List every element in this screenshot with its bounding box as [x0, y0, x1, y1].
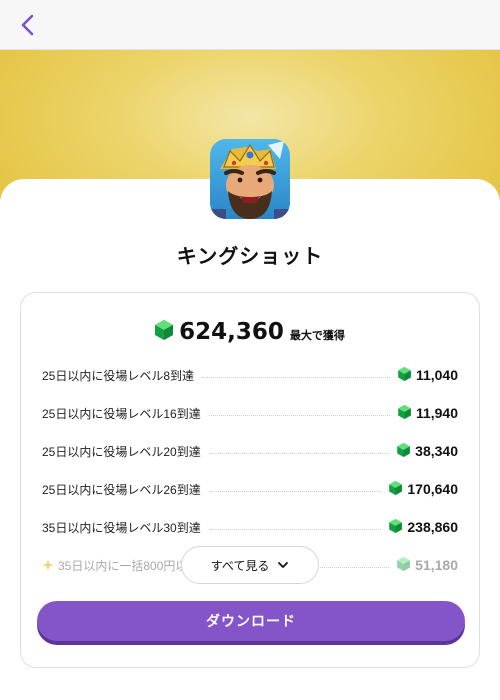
- app-title: キングショット: [176, 244, 324, 268]
- green-gem-icon: [398, 404, 411, 423]
- see-all-button[interactable]: すべて見る: [181, 546, 319, 584]
- reward-label: 25日以内に役場レベル16到達: [42, 406, 201, 421]
- reward-label: 25日以内に役場レベル26到達: [42, 482, 201, 497]
- reward-value: 38,340: [415, 443, 458, 459]
- chevron-down-icon: [278, 562, 289, 568]
- reward-value: 11,940: [415, 405, 458, 421]
- green-gem-icon: [397, 556, 410, 575]
- reward-row: 25日以内に役場レベル26到達 170,640: [42, 478, 458, 500]
- reward-value: 11,040: [415, 367, 458, 383]
- green-gem-icon: [398, 366, 411, 385]
- green-gem-icon: [389, 480, 403, 499]
- reward-row: 25日以内に役場レベル16到達 11,940: [42, 402, 458, 424]
- green-gem-icon: [389, 518, 403, 537]
- download-button[interactable]: ダウンロード: [37, 601, 465, 641]
- reward-label: 25日以内に役場レベル8到達: [42, 368, 195, 383]
- reward-value: 51,180: [415, 557, 458, 573]
- chevron-left-icon: [21, 14, 34, 36]
- green-gem-icon: [155, 320, 174, 344]
- reward-label: 35日以内に役場レベル30到達: [42, 520, 201, 535]
- reward-row: 25日以内に役場レベル20到達 38,340: [42, 440, 458, 462]
- leader-dots: [202, 376, 390, 378]
- see-all-label: すべて見る: [210, 558, 270, 573]
- green-gem-icon: [397, 442, 410, 461]
- reward-row: 25日以内に役場レベル8到達 11,040: [42, 364, 458, 386]
- top-bar: [0, 0, 500, 50]
- reward-row: 35日以内に役場レベル30到達 238,860: [42, 516, 458, 538]
- leader-dots: [208, 528, 382, 530]
- total-reward-suffix: 最大で獲得: [289, 329, 345, 342]
- rewards-card: 624,360 最大で獲得 25日以内に役場レベル8到達 11,040 25日以…: [20, 292, 480, 668]
- reward-value: 238,860: [407, 519, 458, 535]
- back-button[interactable]: [14, 10, 44, 40]
- leader-dots: [208, 490, 382, 492]
- total-reward: 624,360 最大で獲得: [21, 319, 479, 345]
- reward-value: 170,640: [407, 481, 458, 497]
- leader-dots: [208, 452, 390, 454]
- sparkle-icon: [42, 556, 54, 575]
- app-icon: [210, 139, 290, 219]
- reward-label: 25日以内に役場レベル20到達: [42, 444, 201, 459]
- leader-dots: [208, 414, 390, 416]
- total-reward-value: 624,360: [179, 319, 284, 345]
- king-character-app-icon: [210, 139, 290, 219]
